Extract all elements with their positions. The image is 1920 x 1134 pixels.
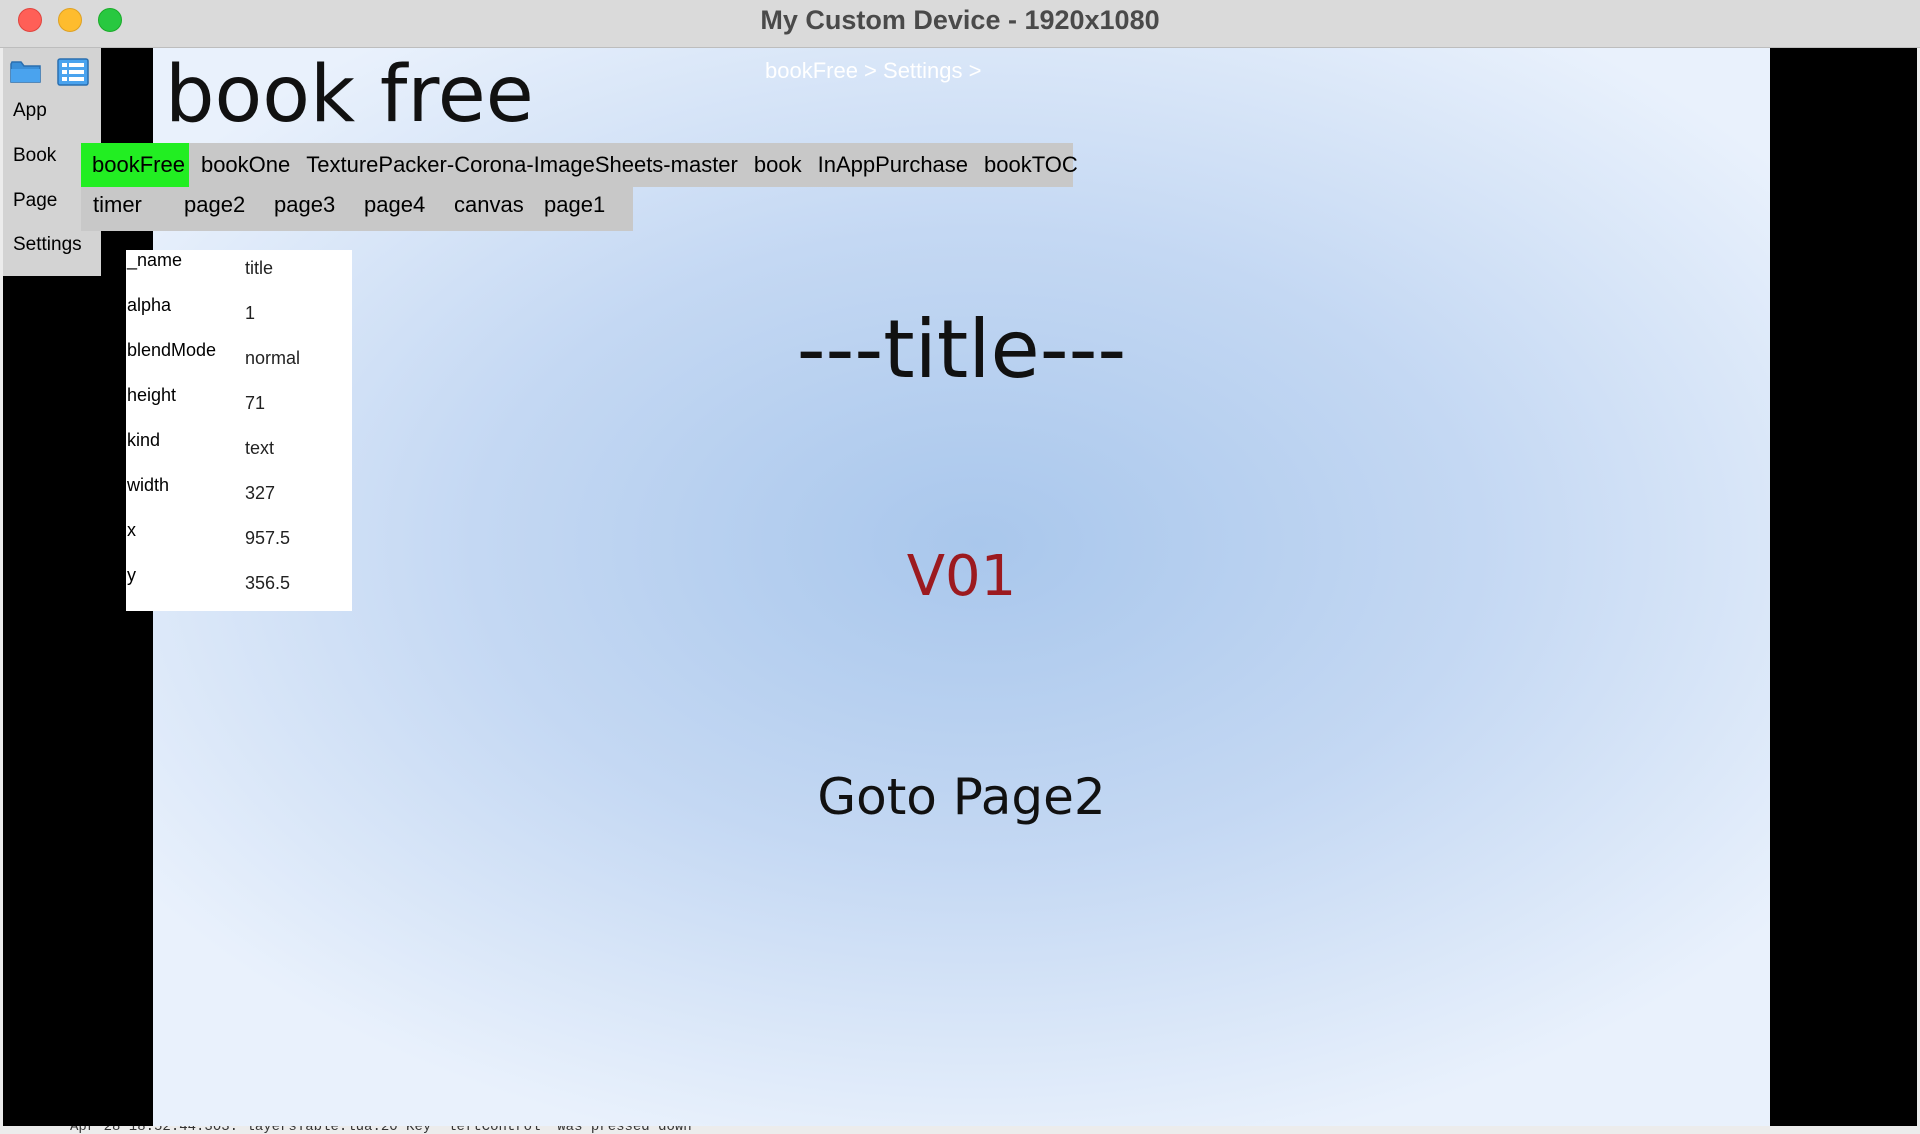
property-value[interactable]: 327 [245, 483, 275, 504]
property-key: x [127, 520, 136, 540]
page-item-canvas[interactable]: canvas [454, 187, 524, 223]
page-item-page4[interactable]: page4 [364, 187, 425, 223]
page-item-page2[interactable]: page2 [184, 187, 245, 223]
property-row[interactable]: y 356.5 [126, 565, 352, 610]
property-value[interactable]: title [245, 258, 273, 279]
book-item-booktoc[interactable]: bookTOC [976, 143, 1086, 187]
property-key: y [127, 565, 136, 585]
book-item-texturepacker[interactable]: TexturePacker-Corona-ImageSheets-master [298, 143, 746, 187]
property-row[interactable]: width 327 [126, 475, 352, 520]
property-row[interactable]: _name title [126, 250, 352, 295]
menu-item-book[interactable]: Book [13, 145, 56, 167]
menu-item-app[interactable]: App [13, 100, 47, 122]
breadcrumb: bookFree > Settings > [765, 58, 982, 83]
property-value[interactable]: 356.5 [245, 573, 290, 594]
property-value[interactable]: 71 [245, 393, 265, 414]
book-item-book[interactable]: book [746, 143, 810, 187]
page-item-page1[interactable]: page1 [544, 187, 605, 223]
property-row[interactable]: x 957.5 [126, 520, 352, 565]
properties-panel: _name title alpha 1 blendMode normal hei… [126, 250, 352, 611]
console-line: Apr 28 18:52:44.303: layersTable.lua:20 … [70, 1126, 692, 1134]
window-title: My Custom Device - 1920x1080 [760, 5, 1160, 35]
list-icon[interactable] [57, 58, 89, 91]
property-value[interactable]: text [245, 438, 274, 459]
page-item-timer[interactable]: timer [93, 187, 142, 223]
property-row[interactable]: kind text [126, 430, 352, 475]
book-title: book free [165, 50, 534, 140]
page-heading[interactable]: ---title--- [153, 303, 1770, 396]
book-item-inapppurchase[interactable]: InAppPurchase [810, 143, 976, 187]
simulator-screen: book free bookFree > Settings > ---title… [3, 48, 1917, 1126]
property-value[interactable]: normal [245, 348, 300, 369]
page-selector-bar: timer page2 page3 page4 canvas page1 [81, 187, 633, 231]
property-value[interactable]: 957.5 [245, 528, 290, 549]
book-item-bookone[interactable]: bookOne [193, 143, 298, 187]
window-titlebar: My Custom Device - 1920x1080 [0, 0, 1920, 48]
property-key: width [127, 475, 170, 495]
property-key: alpha [127, 295, 172, 315]
property-key: blendMode [127, 340, 217, 360]
property-key: kind [127, 430, 161, 450]
property-row[interactable]: alpha 1 [126, 295, 352, 340]
property-row[interactable]: blendMode normal [126, 340, 352, 385]
property-row[interactable]: height 71 [126, 385, 352, 430]
menu-item-settings[interactable]: Settings [13, 234, 82, 256]
property-key: _name [127, 250, 183, 270]
goto-page2-button[interactable]: Goto Page2 [153, 768, 1770, 826]
property-value[interactable]: 1 [245, 303, 255, 324]
menu-item-page[interactable]: Page [13, 190, 57, 212]
console-log: Apr 28 18:52:44.303: layersTable.lua:20 … [0, 1126, 1920, 1134]
book-item-bookfree[interactable]: bookFree [81, 143, 189, 187]
folder-icon[interactable] [9, 58, 43, 91]
page-item-page3[interactable]: page3 [274, 187, 335, 223]
book-selector-bar: bookFree bookOne TexturePacker-Corona-Im… [81, 143, 1078, 187]
property-key: height [127, 385, 177, 405]
version-label[interactable]: V01 [153, 544, 1770, 609]
